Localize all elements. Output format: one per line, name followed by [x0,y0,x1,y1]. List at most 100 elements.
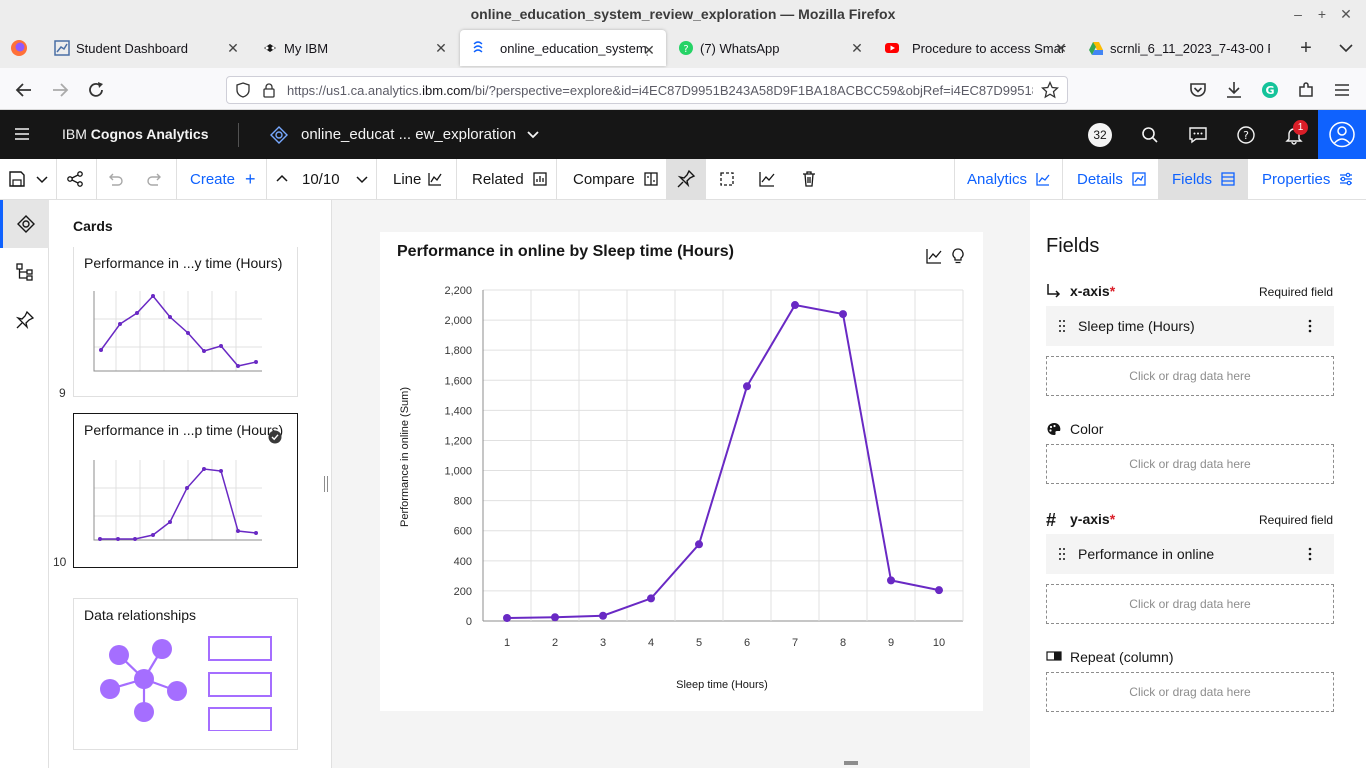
search-icon[interactable] [1140,125,1160,145]
tab-student-dashboard[interactable]: Student Dashboard ✕ [44,28,250,68]
forward-icon[interactable] [48,78,72,102]
data-point[interactable] [647,594,655,603]
save-menu-chevron-icon[interactable] [34,171,50,187]
data-point[interactable] [599,611,607,620]
y-axis-label: y-axis* [1070,511,1115,527]
data-point[interactable] [695,540,703,549]
drag-handle-icon[interactable] [1058,547,1066,561]
user-profile-button[interactable] [1318,110,1366,159]
lock-icon[interactable] [261,82,277,98]
delete-icon[interactable] [800,170,818,188]
card-title: Performance in ...y time (Hours) [84,255,283,271]
data-point[interactable] [839,310,847,319]
create-label: Create [190,170,236,188]
help-icon[interactable]: ? [1236,125,1256,145]
repeat-drop-zone[interactable]: Click or drag data here [1046,672,1334,712]
x-axis-field-pill[interactable]: Sleep time (Hours) [1046,306,1334,346]
overflow-menu-icon[interactable] [1306,546,1314,562]
insight-bulb-icon[interactable] [949,247,967,265]
new-tab-icon[interactable]: + [1294,36,1318,60]
toolbar-divider [96,159,97,199]
tab-my-ibm[interactable]: My IBM ✕ [252,28,458,68]
y-axis-field-pill[interactable]: Performance in online [1046,534,1334,574]
canvas-resize-handle[interactable] [844,761,858,765]
panel-resize-handle[interactable] [324,476,328,492]
y-axis-drop-zone[interactable]: Click or drag data here [1046,584,1334,624]
drag-handle-icon[interactable] [1058,319,1066,333]
analytics-tab[interactable]: Analytics [967,159,1051,199]
data-point[interactable] [935,586,943,595]
firefox-icon[interactable] [10,39,28,57]
x-axis-drop-zone[interactable]: Click or drag data here [1046,356,1334,396]
fields-tab[interactable]: Fields [1158,159,1248,199]
x-tick-label: 7 [792,637,798,649]
menu-icon[interactable] [1330,78,1354,102]
card-data-relationships[interactable]: Data relationships [73,598,298,750]
grammarly-icon[interactable]: G [1258,78,1282,102]
hamburger-menu-icon[interactable] [12,124,32,144]
insights-icon[interactable] [758,170,776,188]
create-button[interactable]: Create + [190,159,256,199]
reload-icon[interactable] [84,78,108,102]
overflow-menu-icon[interactable] [1306,318,1314,334]
data-point[interactable] [743,382,751,391]
extensions-icon[interactable] [1294,78,1318,102]
list-all-tabs-icon[interactable] [1336,38,1356,58]
close-tab-icon[interactable]: ✕ [1052,39,1070,57]
save-icon[interactable] [8,170,26,188]
data-point[interactable] [791,301,799,310]
x-tick-label: 1 [504,637,510,649]
details-tab[interactable]: Details [1077,159,1147,199]
compare-icon [643,171,659,187]
line-chart-button[interactable]: Line [393,159,443,199]
bookmark-star-icon[interactable] [1041,81,1059,99]
close-window-icon[interactable]: ✕ [1332,0,1360,28]
url-bar[interactable]: https://us1.ca.analytics.ibm.com/bi/?per… [226,76,1068,104]
y-tick-label: 400 [454,556,472,568]
data-point[interactable] [887,576,895,585]
url-text[interactable]: https://us1.ca.analytics.ibm.com/bi/?per… [287,83,1033,98]
close-tab-icon[interactable]: ✕ [640,41,658,59]
card-number: 10 [53,555,67,569]
tab-google-drive[interactable]: scrnli_6_11_2023_7-43-00 P [1080,28,1280,68]
shield-icon[interactable] [235,82,251,98]
tab-whatsapp[interactable]: ? (7) WhatsApp ✕ [668,28,874,68]
line-chart[interactable]: 0 200 400 600 800 1,000 1,200 1,400 1,600 1,800 2,… [380,272,983,702]
data-point[interactable] [503,613,511,622]
chart-type-icon[interactable] [925,247,943,265]
pin-button[interactable] [666,159,706,199]
cards-rail-button[interactable] [0,200,49,248]
chevron-up-icon[interactable] [274,171,290,187]
document-title[interactable]: online_educat ... ew_exploration [301,126,516,143]
chevron-down-icon[interactable] [524,125,542,143]
properties-tab[interactable]: Properties [1262,159,1354,199]
card-10-selected[interactable]: Performance in ...p time (Hours) [73,413,298,568]
color-drop-zone[interactable]: Click or drag data here [1046,444,1334,484]
header-badge[interactable]: 32 [1088,123,1112,147]
cards-icon [16,214,36,234]
redo-icon[interactable] [146,170,164,188]
undo-icon[interactable] [106,170,124,188]
share-icon[interactable] [66,170,84,188]
card-title: Performance in ...p time (Hours) [84,422,284,438]
pocket-icon[interactable] [1186,78,1210,102]
pin-icon[interactable] [15,310,35,330]
hierarchy-icon[interactable] [15,262,35,282]
card-counter[interactable]: 10/10 [302,159,340,199]
tab-online-education[interactable]: online_education_system_r ✕ [460,30,666,66]
compare-button[interactable]: Compare [573,159,659,199]
select-region-icon[interactable] [718,170,736,188]
related-button[interactable]: Related [472,159,548,199]
close-tab-icon[interactable]: ✕ [224,39,242,57]
close-tab-icon[interactable]: ✕ [432,39,450,57]
back-icon[interactable] [12,78,36,102]
downloads-icon[interactable] [1222,78,1246,102]
chevron-down-icon[interactable] [354,171,370,187]
y-axis-text: y-axis [1070,511,1110,527]
card-9[interactable]: Performance in ...y time (Hours) [73,247,298,397]
analytics-icon [1035,171,1051,187]
assistant-chat-icon[interactable] [1188,125,1208,145]
tab-youtube[interactable]: Procedure to access Smart ✕ [876,28,1078,68]
close-tab-icon[interactable]: ✕ [848,39,866,57]
data-point[interactable] [551,613,559,622]
